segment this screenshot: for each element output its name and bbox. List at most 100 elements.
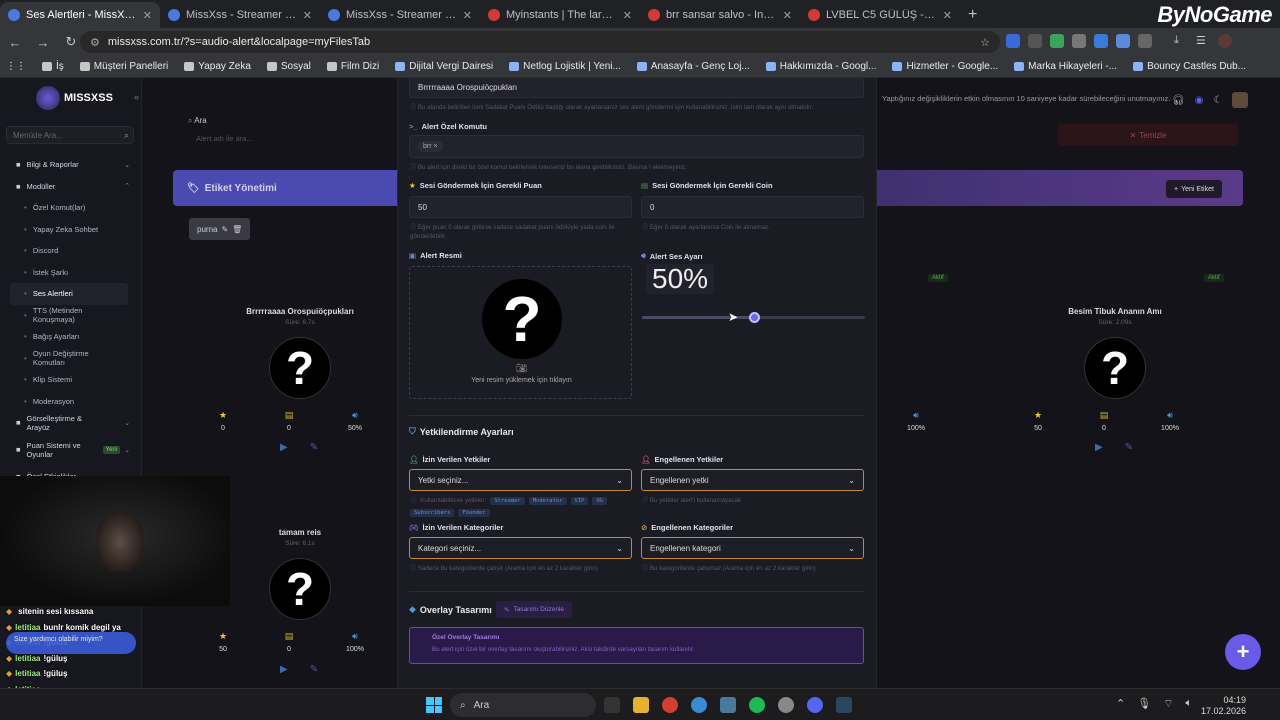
theme-toggle-icon[interactable]: ☾	[1213, 95, 1222, 106]
browser-tab[interactable]: Myinstants | The largest instant ✕	[480, 2, 640, 28]
edit-design-button[interactable]: ✎ Tasarımı Düzenle	[496, 601, 573, 618]
discord-icon[interactable]	[807, 697, 823, 713]
bookmark-item[interactable]: Film Dizi	[326, 61, 379, 72]
close-tab-icon[interactable]: ✕	[943, 9, 952, 22]
command-input[interactable]: brr ×	[409, 135, 864, 158]
bookmark-item[interactable]: Yapay Zeka	[184, 61, 251, 72]
sidebar-item[interactable]: ■ Modüller ⌃	[0, 176, 142, 198]
extension-icon[interactable]	[1006, 34, 1020, 48]
extension-icon[interactable]	[1072, 34, 1086, 48]
taskbar-search[interactable]: ⌕ Ara	[450, 693, 596, 717]
extension-icon[interactable]	[1028, 34, 1042, 48]
sidebar-item[interactable]: Ses Alertleri	[10, 283, 128, 305]
task-view-icon[interactable]	[604, 697, 620, 713]
menu-icon[interactable]: ☰	[1196, 34, 1210, 48]
close-tab-icon[interactable]: ✕	[303, 9, 312, 22]
tag-chip[interactable]: purna ✎ 🗑︎	[189, 218, 251, 240]
command-chip[interactable]: brr ×	[418, 141, 443, 152]
close-tab-icon[interactable]: ✕	[783, 9, 792, 22]
trash-icon[interactable]: 🗑︎	[232, 225, 242, 234]
sidebar-item[interactable]: ■ Bilgi & Raporlar ⌄	[0, 154, 142, 176]
chrome-icon[interactable]	[662, 697, 678, 713]
bookmark-item[interactable]: İş	[42, 61, 64, 72]
puzzle-icon[interactable]	[1138, 34, 1152, 48]
clear-button[interactable]: ✕ Temizle	[1058, 124, 1238, 146]
coin-input[interactable]: 0	[641, 196, 864, 218]
sidebar-item[interactable]: Oyun Değiştirme Komutları	[0, 348, 142, 370]
close-tab-icon[interactable]: ✕	[623, 9, 632, 22]
sidebar-item[interactable]: Yapay Zeka Sohbet	[0, 219, 142, 241]
add-alert-button[interactable]: +	[1225, 634, 1261, 670]
extension-icon[interactable]	[1050, 34, 1064, 48]
play-icon[interactable]: ▶	[1095, 442, 1103, 453]
chevron-up-icon[interactable]: ⌃	[1116, 697, 1125, 711]
file-explorer-icon[interactable]	[633, 697, 649, 713]
sidebar-item[interactable]: ■ Puan Sistemi ve Oyunlar ⌄ Yeni	[0, 434, 142, 466]
alert-search-input[interactable]: Alert adı ile ara...	[188, 130, 388, 148]
apps-grid-icon[interactable]: ⋮⋮	[6, 61, 26, 72]
extension-icon[interactable]	[1116, 34, 1130, 48]
chrome-profile-icon[interactable]	[691, 697, 707, 713]
bookmark-item[interactable]: Dijital Vergi Dairesi	[395, 61, 493, 72]
sidebar-item[interactable]: Bağış Ayarları	[0, 326, 142, 348]
image-upload-area[interactable]: ? 📷︎ Yeni resim yüklemek için tıklayın	[409, 266, 632, 399]
blocked-roles-select[interactable]: Engellenen yetki ⌄	[641, 469, 864, 491]
app-logo[interactable]: MISSXSS	[36, 86, 113, 110]
app-icon[interactable]	[778, 697, 794, 713]
bookmark-item[interactable]: Anasayfa - Genç Loj...	[636, 61, 750, 72]
sidebar-item[interactable]: Özel Komut(lar)	[0, 197, 142, 219]
mic-icon[interactable]: 🎙︎	[1137, 697, 1151, 711]
edit-icon[interactable]: ✎	[221, 225, 228, 234]
volume-slider-thumb[interactable]	[749, 312, 760, 323]
download-icon[interactable]: ⤓	[1174, 34, 1188, 48]
bookmark-item[interactable]: Hakkımızda - Googl...	[765, 61, 876, 72]
sidebar-item[interactable]: TTS (Metinden Konuşmaya)	[0, 305, 142, 327]
back-icon[interactable]: ←	[6, 35, 24, 50]
close-tab-icon[interactable]: ✕	[143, 9, 152, 22]
play-icon[interactable]: ▶	[280, 664, 288, 675]
windows-start-icon[interactable]	[426, 697, 442, 713]
spotify-icon[interactable]	[749, 697, 765, 713]
new-tag-button[interactable]: + Yeni Etiket	[1166, 180, 1222, 198]
new-tab-icon[interactable]: +	[960, 2, 985, 28]
bookmark-item[interactable]: Hizmetler - Google...	[892, 61, 998, 72]
steam-icon[interactable]	[836, 697, 852, 713]
browser-tab[interactable]: Ses Alertleri - MissXss AI Bot Sy ✕	[0, 2, 160, 28]
speaker-icon[interactable]: 🔈︎	[1186, 697, 1193, 711]
browser-tab[interactable]: LVBEL C5 GÜLÜŞ - Instant Soun ✕	[800, 2, 960, 28]
address-bar[interactable]: ⚙ missxss.com.tr/?s=audio-alert&localpag…	[80, 31, 1000, 53]
sidebar-item[interactable]: ■ Görselleştirme & Arayüz ⌄	[0, 412, 142, 434]
close-tab-icon[interactable]: ✕	[463, 9, 472, 22]
allowed-roles-select[interactable]: Yetki seçiniz... ⌄	[409, 469, 632, 491]
extension-icon[interactable]	[1094, 34, 1108, 48]
browser-tab[interactable]: MissXss - Streamer Panel ✕	[320, 2, 480, 28]
bookmark-item[interactable]: Marka Hikayeleri -...	[1014, 61, 1117, 72]
edit-icon[interactable]: ✎	[310, 442, 318, 453]
app-icon[interactable]	[720, 697, 736, 713]
sidebar-item[interactable]: Moderasyon	[0, 391, 142, 413]
reload-icon[interactable]: ↻	[62, 34, 80, 50]
sidebar-search-input[interactable]: Menüde Ara... ⌕	[6, 126, 134, 144]
sidebar-item[interactable]: Klip Sistemi	[0, 369, 142, 391]
browser-tab[interactable]: brr sansar salvo - Instant Sound ✕	[640, 2, 800, 28]
sidebar-item[interactable]: Discord	[0, 240, 142, 262]
allowed-cats-select[interactable]: Kategori seçiniz... ⌄	[409, 537, 632, 559]
puan-input[interactable]: 50	[409, 196, 632, 218]
sidebar-item[interactable]: İstek Şarkı	[0, 262, 142, 284]
assistant-bubble[interactable]: Size yardımcı olabilir miyim?	[6, 632, 136, 654]
user-avatar[interactable]	[1232, 92, 1249, 108]
discord-icon[interactable]: ◉	[1195, 95, 1204, 106]
profile-avatar[interactable]	[1218, 34, 1232, 48]
play-icon[interactable]: ▶	[280, 442, 288, 453]
bookmark-item[interactable]: Netlog Lojistik | Yeni...	[509, 61, 621, 72]
blocked-cats-select[interactable]: Engellenen kategori ⌄	[641, 537, 864, 559]
bookmark-item[interactable]: Müşteri Panelleri	[79, 61, 168, 72]
forward-icon[interactable]: →	[34, 35, 52, 50]
bookmark-item[interactable]: Bouncy Castles Dub...	[1133, 61, 1246, 72]
wifi-icon[interactable]: ⌔	[1163, 697, 1173, 711]
bookmark-item[interactable]: Sosyal	[266, 61, 311, 72]
site-info-icon[interactable]: ⚙	[90, 36, 100, 49]
edit-icon[interactable]: ✎	[1125, 442, 1133, 453]
bookmark-star-icon[interactable]: ☆	[980, 36, 990, 49]
volume-slider[interactable]	[642, 312, 865, 323]
